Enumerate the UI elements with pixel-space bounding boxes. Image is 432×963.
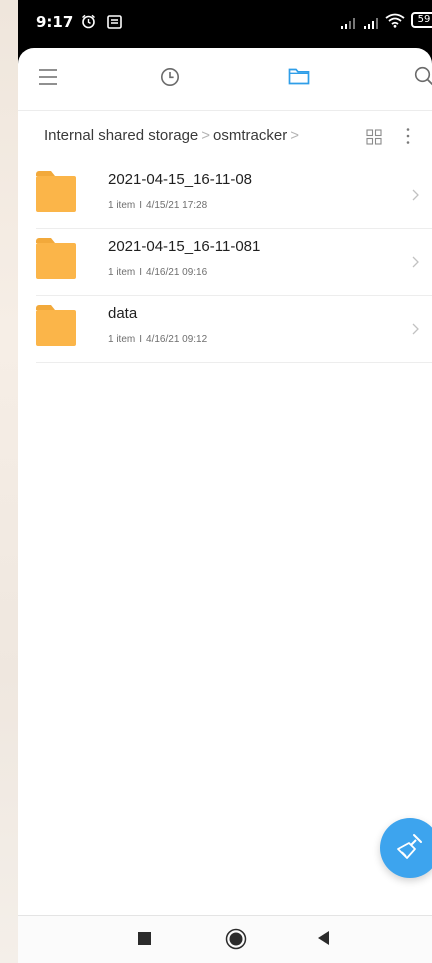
signal-icon [363, 14, 381, 33]
background-strip [0, 0, 18, 963]
breadcrumb: Internal shared storage > osmtracker > [18, 110, 432, 163]
chevron-right-icon [412, 322, 419, 340]
file-meta: 1 item I 4/16/21 09:12 [108, 334, 207, 345]
file-manager-screen: Internal shared storage > osmtracker > 2021… [18, 48, 432, 963]
menu-icon[interactable] [38, 68, 58, 91]
list-item[interactable]: 2021-04-15_16-11-08 1 item I 4/15/21 17:28 [36, 162, 432, 229]
file-item-count: 1 item [108, 267, 136, 278]
file-list: 2021-04-15_16-11-08 1 item I 4/15/21 17:28… [18, 162, 432, 363]
file-meta: 1 item I 4/15/21 17:28 [108, 200, 207, 211]
signal-icon [340, 14, 358, 33]
file-name: data [108, 305, 138, 322]
folder-icon [36, 305, 76, 351]
battery-icon: 59 [411, 12, 432, 28]
breadcrumb-separator: > [201, 127, 211, 144]
top-toolbar [18, 48, 432, 110]
breadcrumb-path: Internal shared storage > osmtracker > [44, 127, 302, 144]
status-time: 9:17 [36, 13, 74, 31]
more-options-icon[interactable] [405, 127, 411, 150]
phone-screen: 9:17 59 Internal shared storage > osmtra… [18, 0, 432, 963]
file-date: 4/16/21 09:16 [146, 267, 208, 278]
folder-icon [36, 171, 76, 217]
file-name: 2021-04-15_16-11-08 [108, 171, 253, 188]
wifi-icon [385, 13, 405, 32]
file-date: 4/15/21 17:28 [146, 200, 208, 211]
message-icon [107, 14, 122, 33]
history-icon[interactable] [160, 67, 180, 92]
file-item-count: 1 item [108, 200, 136, 211]
navigation-bar [18, 915, 432, 963]
status-bar: 9:17 59 [18, 0, 432, 48]
list-item[interactable]: 2021-04-15_16-11-081 1 item I 4/16/21 09:1… [36, 229, 432, 296]
home-icon[interactable] [225, 928, 247, 955]
file-meta: 1 item I 4/16/21 09:16 [108, 267, 207, 278]
meta-separator: I [139, 334, 143, 345]
clean-brush-icon [397, 834, 422, 859]
grid-view-icon[interactable] [366, 129, 382, 150]
chevron-right-icon [412, 255, 419, 273]
search-icon[interactable] [414, 66, 432, 91]
file-item-count: 1 item [108, 334, 136, 345]
file-name: 2021-04-15_16-11-081 [108, 238, 261, 255]
recent-apps-icon[interactable] [138, 932, 151, 945]
back-icon[interactable] [318, 931, 330, 950]
breadcrumb-item-root[interactable]: Internal shared storage [44, 127, 198, 144]
folder-icon[interactable] [288, 67, 310, 90]
meta-separator: I [139, 267, 143, 278]
breadcrumb-item-current[interactable]: osmtracker [213, 127, 287, 144]
breadcrumb-separator: > [290, 127, 299, 144]
meta-separator: I [139, 200, 143, 211]
file-date: 4/16/21 09:12 [146, 334, 208, 345]
chevron-right-icon [412, 188, 419, 206]
folder-icon [36, 238, 76, 284]
alarm-icon [81, 14, 96, 33]
clean-button[interactable] [380, 818, 432, 878]
list-item[interactable]: data 1 item I 4/16/21 09:12 [36, 296, 432, 363]
